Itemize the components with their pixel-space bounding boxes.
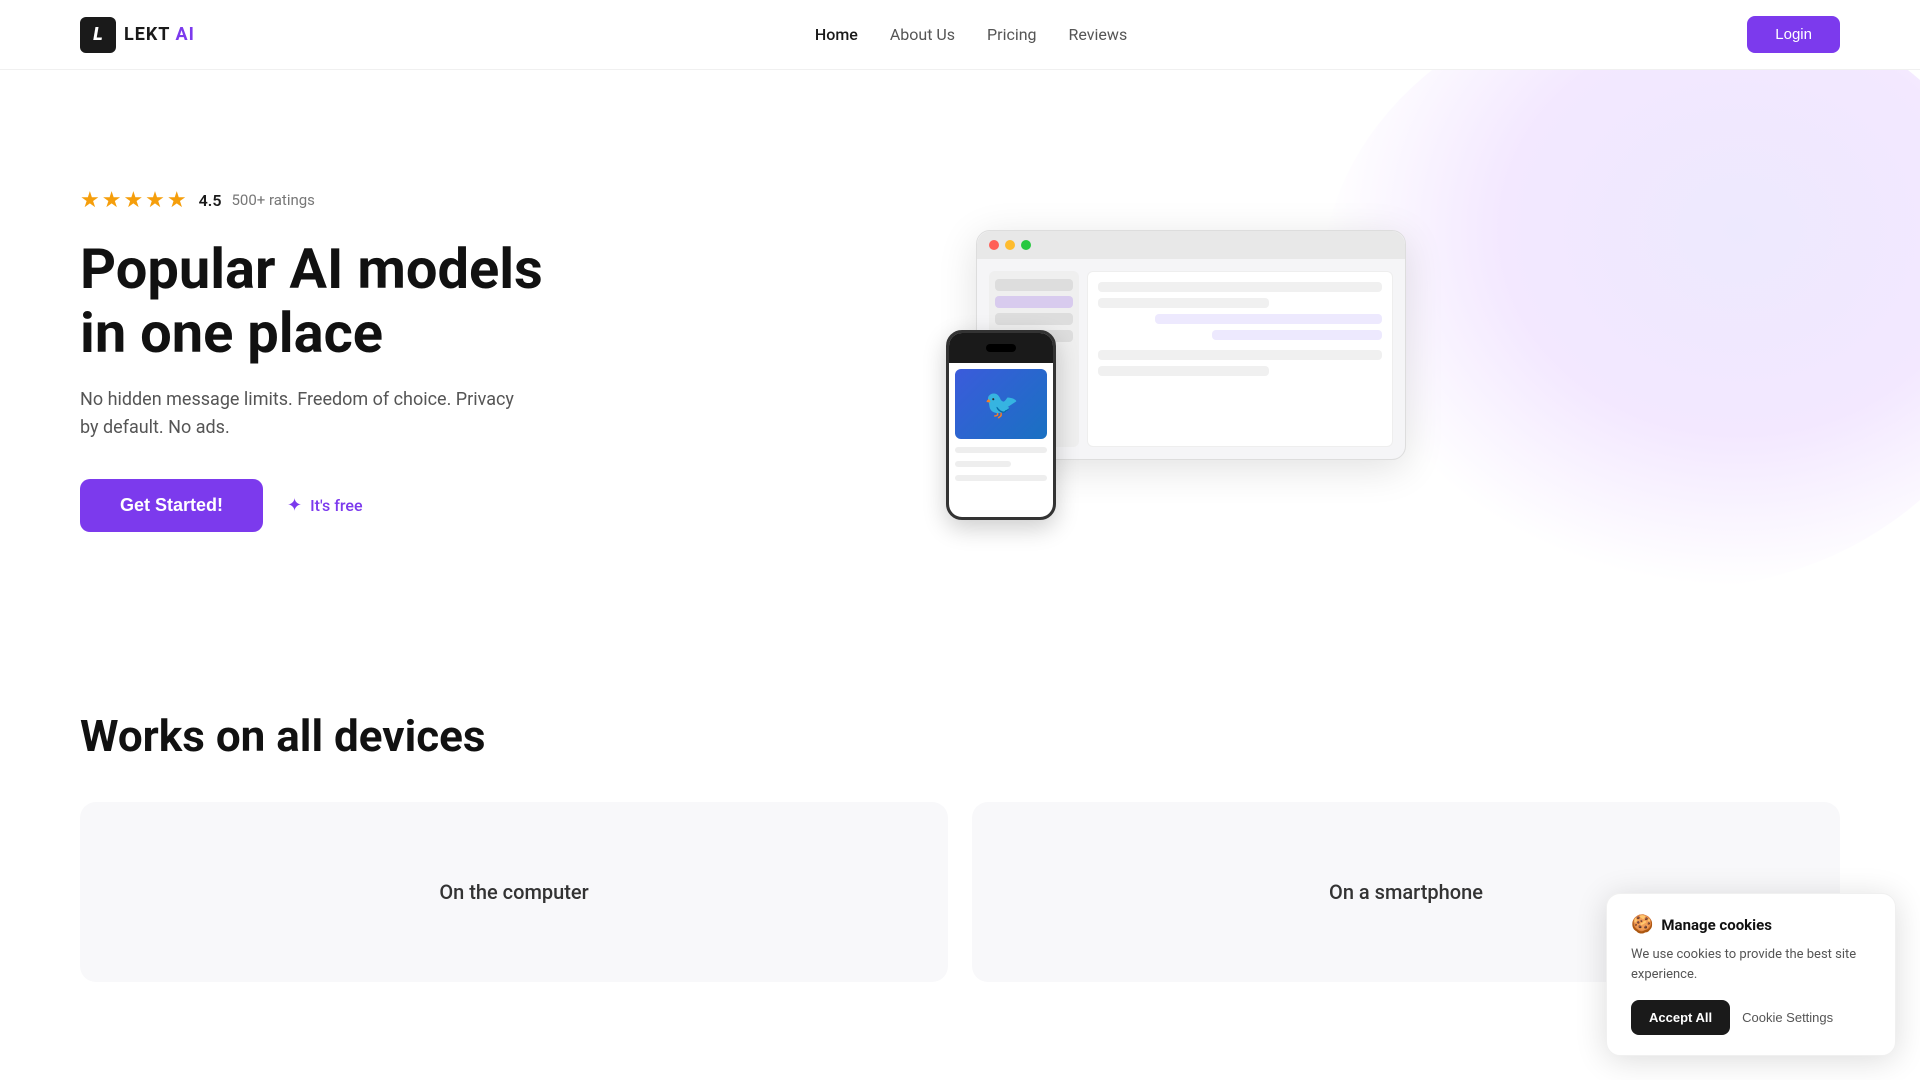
cookie-actions: Accept All Cookie Settings [1631, 1000, 1871, 1035]
cookie-title: 🍪 Manage cookies [1631, 914, 1871, 935]
star-rating: ★★★★★ [80, 188, 189, 213]
devices-title: Works on all devices [80, 710, 1840, 762]
hero-right: 🐦 [543, 230, 1840, 490]
free-text: It's free [310, 496, 362, 515]
msg-bubble-1 [1155, 314, 1382, 324]
phone-line-1 [955, 447, 1047, 453]
sidebar-item-3 [995, 313, 1073, 325]
phone-content: 🐦 [949, 363, 1053, 517]
nav-item-home[interactable]: Home [815, 25, 858, 44]
hero-actions: Get Started! ✦ It's free [80, 479, 543, 532]
get-started-button[interactable]: Get Started! [80, 479, 263, 532]
nav-item-about[interactable]: About Us [890, 25, 955, 44]
dot-yellow [1005, 240, 1015, 250]
msg-row-1 [1098, 282, 1382, 292]
nav-links: Home About Us Pricing Reviews [815, 25, 1127, 44]
browser-main [1087, 271, 1393, 447]
dot-red [989, 240, 999, 250]
sidebar-item-1 [995, 279, 1073, 291]
device-card-computer: On the computer [80, 802, 948, 982]
phone-notch [986, 344, 1016, 352]
nav-item-reviews[interactable]: Reviews [1069, 25, 1128, 44]
rating-count: 500+ ratings [231, 191, 314, 209]
msg-bubble-2 [1212, 330, 1382, 340]
hero-rating: ★★★★★ 4.5 500+ ratings [80, 188, 543, 213]
browser-bar [977, 231, 1405, 259]
devices-grid: On the computer On a smartphone [80, 802, 1840, 982]
hero-subtitle: No hidden message limits. Freedom of cho… [80, 386, 520, 444]
hero-left: ★★★★★ 4.5 500+ ratings Popular AI models… [80, 188, 543, 532]
cookie-title-text: Manage cookies [1661, 916, 1772, 934]
cookie-settings-button[interactable]: Cookie Settings [1742, 1010, 1833, 1025]
logo-link[interactable]: L LEKT AI [80, 17, 195, 53]
its-free-label: ✦ It's free [287, 495, 362, 516]
msg-row-3 [1098, 350, 1382, 360]
accept-all-button[interactable]: Accept All [1631, 1000, 1730, 1035]
cookie-emoji: 🍪 [1631, 914, 1653, 935]
phone-mockup: 🐦 [946, 330, 1056, 520]
cookie-text: We use cookies to provide the best site … [1631, 945, 1871, 984]
sidebar-item-2 [995, 296, 1073, 308]
msg-row-2 [1098, 298, 1268, 308]
phone-line-2 [955, 461, 1010, 467]
cookie-banner: 🍪 Manage cookies We use cookies to provi… [1606, 893, 1896, 1056]
navbar: L LEKT AI Home About Us Pricing Reviews … [0, 0, 1920, 70]
phone-img-icon: 🐦 [984, 388, 1019, 421]
logo-text: LEKT AI [124, 24, 195, 45]
logo-icon: L [80, 17, 116, 53]
phone-img: 🐦 [955, 369, 1047, 439]
device-label-computer: On the computer [439, 880, 588, 904]
sparkle-icon: ✦ [287, 495, 302, 516]
phone-top [949, 333, 1053, 363]
hero-section: ★★★★★ 4.5 500+ ratings Popular AI models… [0, 70, 1920, 630]
login-button[interactable]: Login [1747, 16, 1840, 53]
nav-item-pricing[interactable]: Pricing [987, 25, 1037, 44]
hero-title: Popular AI models in one place [80, 237, 543, 366]
dot-green [1021, 240, 1031, 250]
rating-score: 4.5 [199, 191, 222, 210]
phone-line-3 [955, 475, 1047, 481]
device-label-smartphone: On a smartphone [1329, 880, 1483, 904]
phone-screen: 🐦 [949, 333, 1053, 517]
msg-row-4 [1098, 366, 1268, 376]
